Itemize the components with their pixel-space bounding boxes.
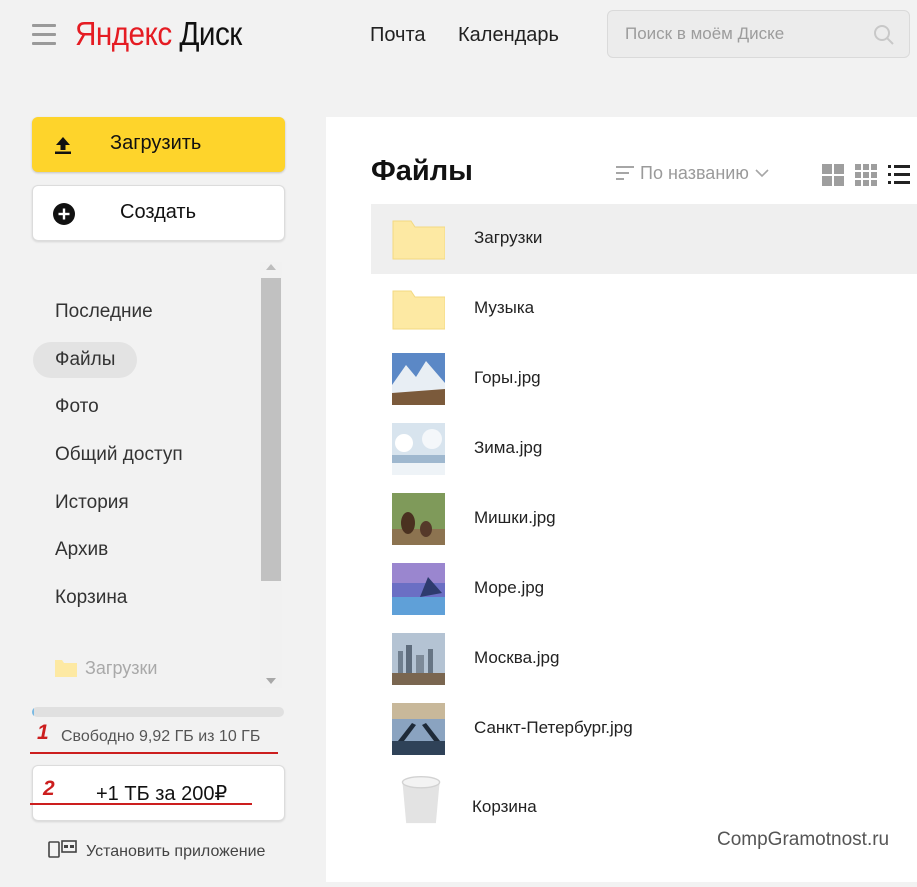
page-title: Файлы bbox=[371, 155, 473, 187]
file-name: Море.jpg bbox=[474, 578, 545, 597]
upload-button[interactable]: Загрузить bbox=[32, 117, 285, 172]
folder-icon bbox=[392, 220, 445, 260]
search-input[interactable] bbox=[608, 11, 858, 57]
nav-archive[interactable]: Архив bbox=[33, 532, 130, 568]
file-row-moscow[interactable]: Москва.jpg bbox=[371, 624, 917, 694]
image-thumbnail-sea bbox=[392, 563, 445, 615]
install-app-link[interactable]: Установить приложение bbox=[48, 840, 265, 861]
sidebar-scrollbar-thumb[interactable] bbox=[261, 278, 281, 581]
files-panel: Файлы По названию Загрузки Музыка Горы.j… bbox=[326, 117, 917, 882]
yandex-disk-logo[interactable]: Яндекс Диск bbox=[75, 15, 242, 53]
mail-link[interactable]: Почта bbox=[370, 24, 426, 47]
file-name: Загрузки bbox=[474, 228, 543, 247]
small-tiles-view-icon[interactable] bbox=[855, 164, 877, 186]
file-row-mountains[interactable]: Горы.jpg bbox=[371, 344, 917, 414]
file-name: Музыка bbox=[474, 298, 535, 317]
annotation-underline-2 bbox=[30, 803, 252, 805]
create-label: Создать bbox=[120, 201, 197, 223]
create-button[interactable]: Создать bbox=[32, 185, 285, 241]
upload-icon bbox=[55, 137, 71, 154]
nav-recent[interactable]: Последние bbox=[33, 294, 175, 330]
chevron-down-icon bbox=[755, 169, 769, 178]
image-thumbnail-saint-petersburg bbox=[392, 703, 445, 755]
install-app-label: Установить приложение bbox=[86, 843, 266, 860]
nav-shared[interactable]: Общий доступ bbox=[33, 437, 205, 473]
file-name: Горы.jpg bbox=[474, 368, 541, 387]
nav-folder-downloads[interactable]: Загрузки bbox=[55, 655, 157, 681]
search-box[interactable] bbox=[607, 10, 910, 58]
storage-progress-fill bbox=[32, 707, 35, 717]
image-thumbnail-bears bbox=[392, 493, 445, 545]
large-tiles-view-icon[interactable] bbox=[822, 164, 844, 186]
sort-dropdown[interactable]: По названию bbox=[616, 163, 769, 184]
storage-text: Свободно 9,92 ГБ из 10 ГБ bbox=[61, 728, 261, 745]
file-row-downloads[interactable]: Загрузки bbox=[371, 204, 917, 274]
calendar-link[interactable]: Календарь bbox=[458, 24, 559, 47]
sort-icon bbox=[616, 166, 634, 180]
file-name: Санкт-Петербург.jpg bbox=[474, 718, 633, 737]
file-row-bears[interactable]: Мишки.jpg bbox=[371, 484, 917, 554]
sort-label: По названию bbox=[640, 163, 749, 183]
annotation-2: 2 bbox=[43, 777, 55, 800]
nav-trash[interactable]: Корзина bbox=[33, 580, 149, 616]
image-thumbnail-winter bbox=[392, 423, 445, 475]
trash-bin-icon bbox=[401, 776, 441, 824]
scroll-up-arrow-icon[interactable] bbox=[266, 264, 276, 270]
file-name: Мишки.jpg bbox=[474, 508, 556, 527]
menu-icon[interactable] bbox=[32, 24, 56, 46]
nav-history[interactable]: История bbox=[33, 485, 151, 521]
file-name: Корзина bbox=[472, 797, 537, 816]
file-row-sea[interactable]: Море.jpg bbox=[371, 554, 917, 624]
plus-circle-icon bbox=[53, 203, 75, 225]
scroll-down-arrow-icon[interactable] bbox=[266, 678, 276, 684]
file-row-spb[interactable]: Санкт-Петербург.jpg bbox=[371, 694, 917, 764]
devices-icon bbox=[48, 840, 77, 858]
nav-files[interactable]: Файлы bbox=[33, 342, 138, 378]
annotation-1: 1 bbox=[37, 721, 49, 744]
list-view-icon[interactable] bbox=[888, 164, 910, 186]
folder-icon bbox=[392, 290, 445, 330]
image-thumbnail-moscow bbox=[392, 633, 445, 685]
buy-storage-button[interactable]: +1 ТБ за 200₽ bbox=[32, 765, 285, 821]
file-name: Зима.jpg bbox=[474, 438, 543, 457]
file-row-music[interactable]: Музыка bbox=[371, 274, 917, 344]
nav-folder-label: Загрузки bbox=[85, 658, 158, 678]
nav-photo[interactable]: Фото bbox=[33, 389, 121, 425]
file-row-winter[interactable]: Зима.jpg bbox=[371, 414, 917, 484]
image-thumbnail-mountains bbox=[392, 353, 445, 405]
storage-progress-bar bbox=[32, 707, 284, 717]
file-name: Москва.jpg bbox=[474, 648, 560, 667]
annotation-underline-1 bbox=[30, 752, 278, 754]
watermark: CompGramotnost.ru bbox=[717, 829, 890, 850]
folder-icon bbox=[55, 660, 77, 677]
upload-label: Загрузить bbox=[110, 132, 202, 154]
search-icon[interactable] bbox=[873, 24, 895, 46]
logo-disk-text: Диск bbox=[179, 15, 242, 52]
logo-yandex-text: Яндекс bbox=[75, 15, 172, 52]
